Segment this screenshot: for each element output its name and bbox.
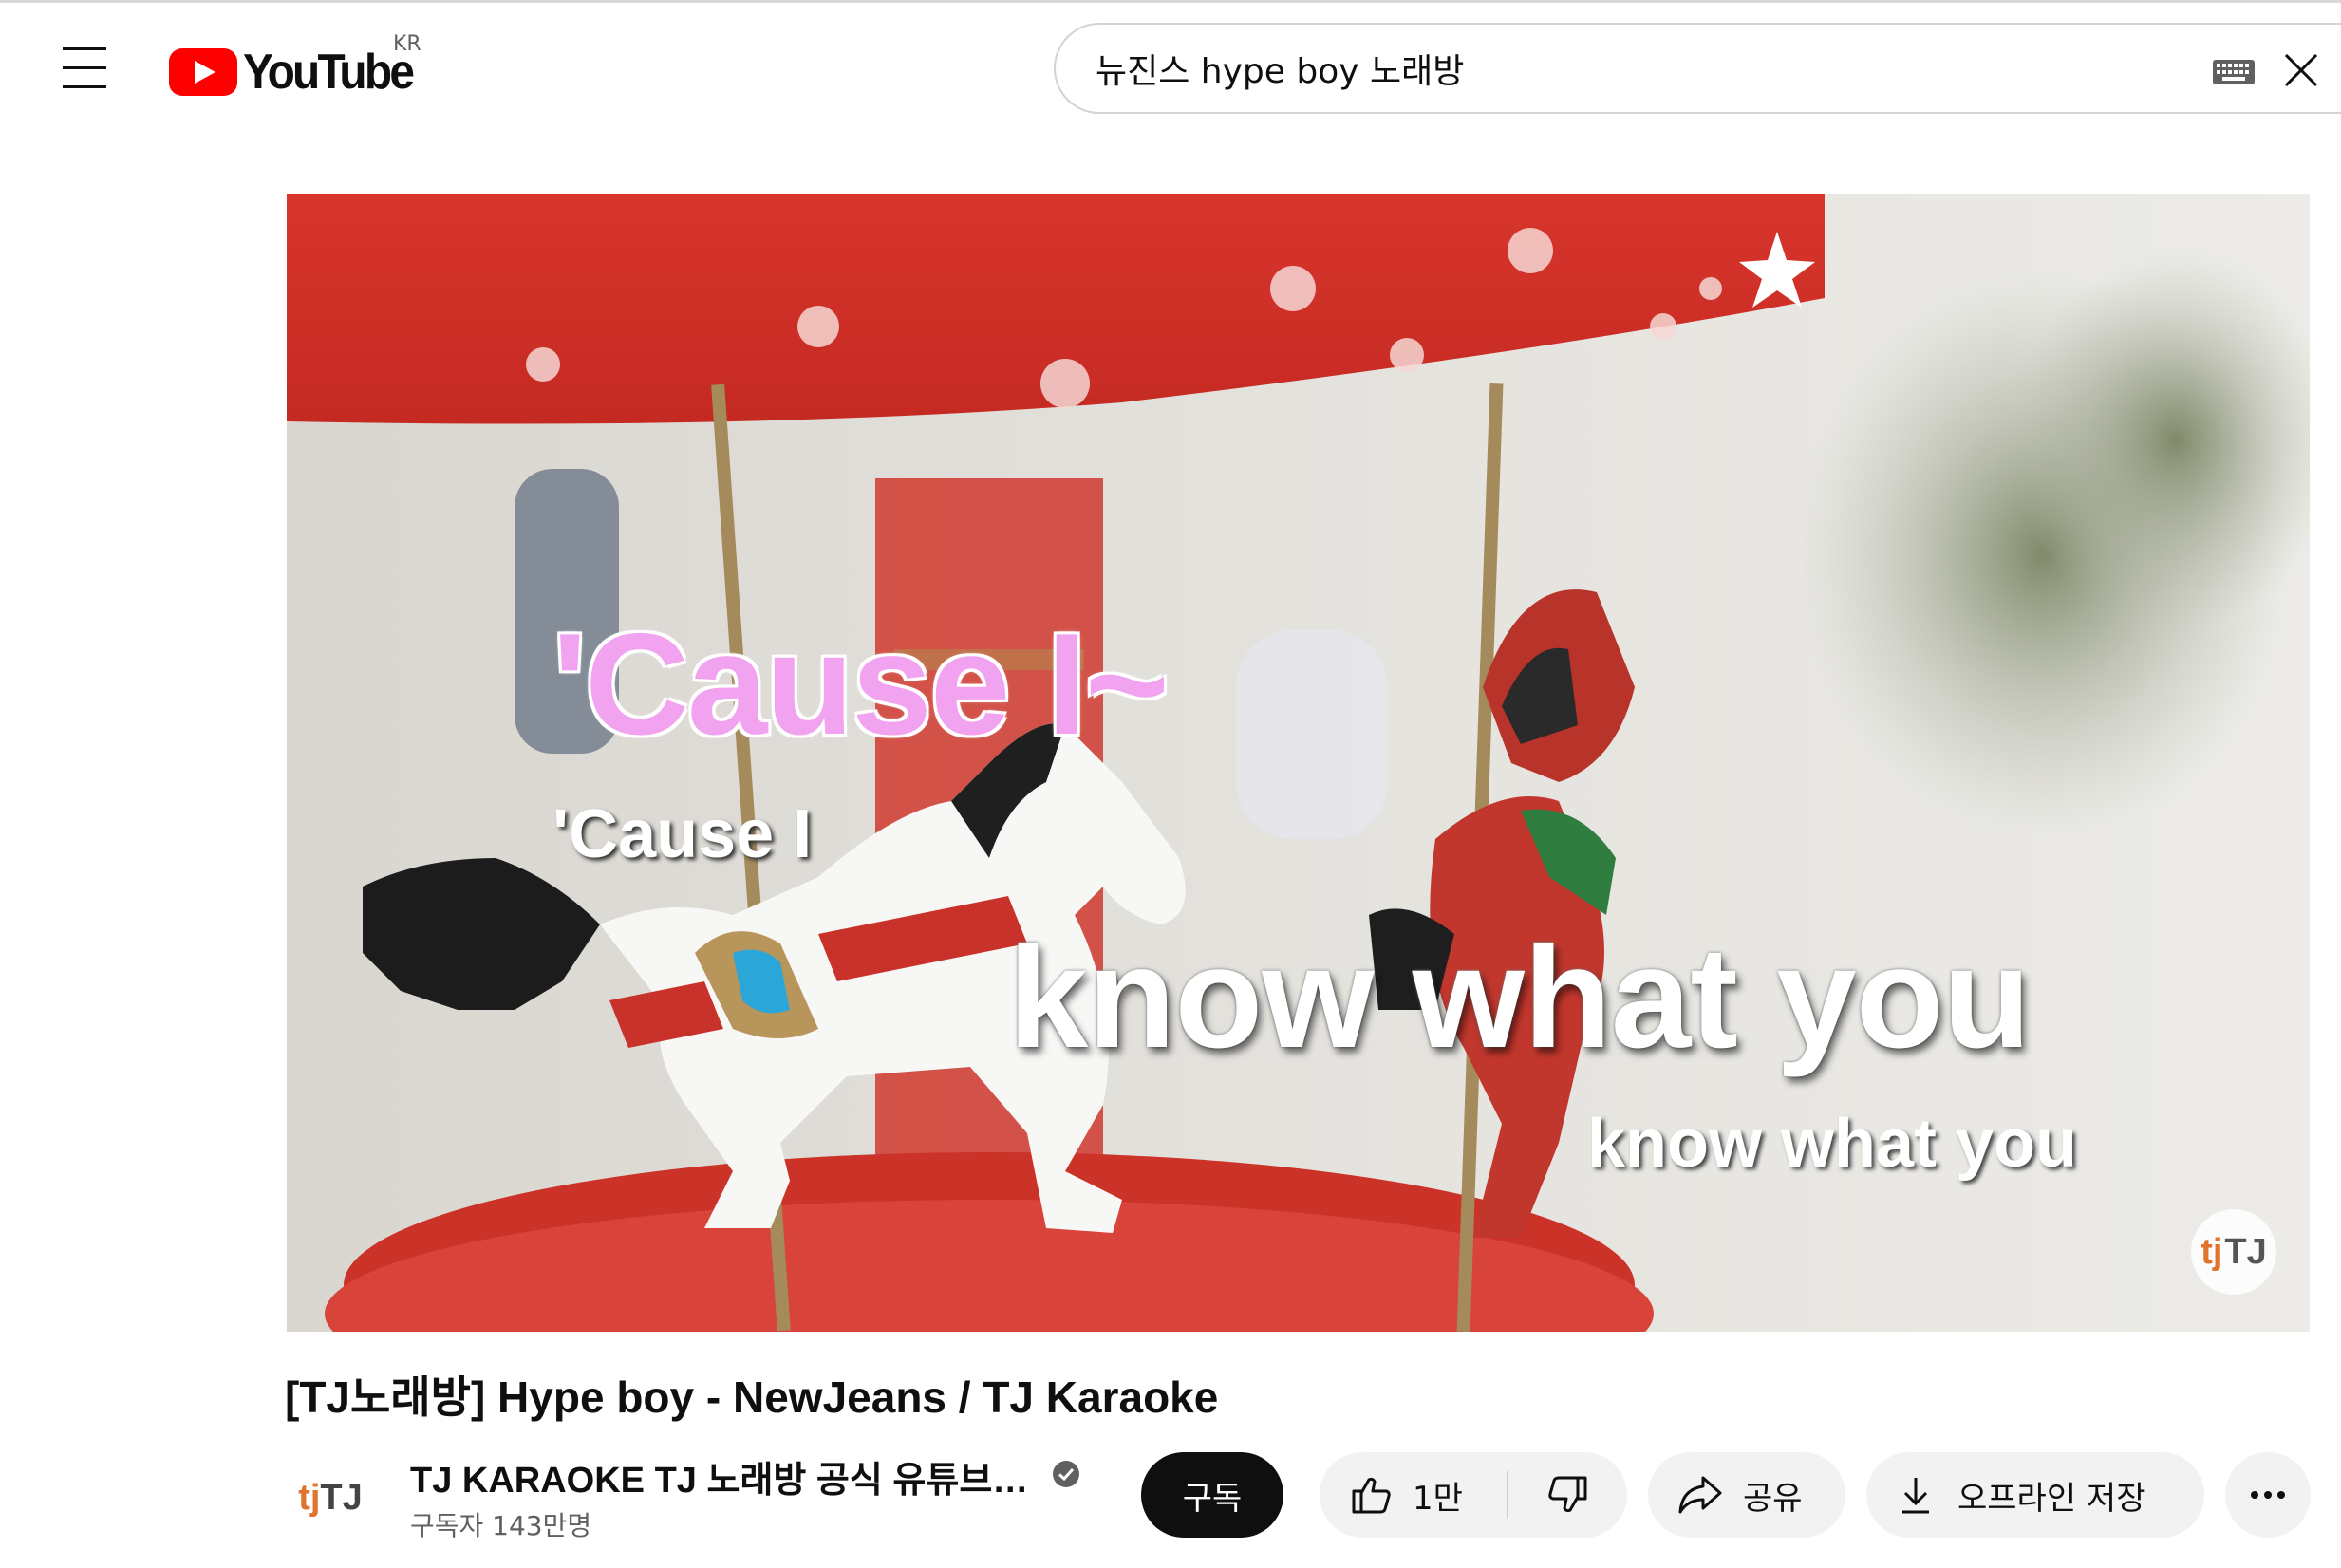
tj-watermark: tj TJ bbox=[2191, 1209, 2276, 1295]
lyric-line-2-guide: know what you bbox=[1587, 1106, 2078, 1182]
search-box bbox=[1054, 23, 2341, 114]
watermark-text: TJ bbox=[2224, 1231, 2267, 1272]
top-border bbox=[0, 0, 2341, 3]
channel-avatar[interactable]: tj TJ bbox=[290, 1458, 370, 1538]
video-title: [TJ노래방] Hype boy - NewJeans / TJ Karaoke bbox=[285, 1372, 1219, 1422]
search-input[interactable] bbox=[1096, 44, 2140, 93]
like-dislike-group: 1만 bbox=[1320, 1452, 1627, 1538]
video-player[interactable]: 'Cause I~ 'Cause I know what you know wh… bbox=[287, 194, 2310, 1332]
download-icon bbox=[1902, 1478, 1929, 1514]
country-code: KR bbox=[393, 32, 421, 56]
channel-name[interactable]: TJ KARAOKE TJ 노래방 공식 유튜브 채널 bbox=[410, 1450, 1037, 1503]
avatar-text: TJ bbox=[320, 1477, 363, 1518]
watermark-mark: tj bbox=[2201, 1231, 2223, 1272]
like-divider bbox=[1507, 1471, 1508, 1519]
verified-icon bbox=[1052, 1460, 1080, 1488]
menu-button[interactable] bbox=[53, 44, 118, 95]
share-icon bbox=[1678, 1476, 1722, 1514]
youtube-logo-icon bbox=[169, 48, 237, 96]
avatar-mark: tj bbox=[298, 1477, 321, 1518]
like-count: 1만 bbox=[1413, 1479, 1463, 1518]
more-actions-button[interactable] bbox=[2225, 1452, 2311, 1538]
youtube-logo[interactable]: YouTube bbox=[169, 42, 427, 103]
more-icon bbox=[2251, 1491, 2285, 1499]
subscriber-count: 구독자 143만명 bbox=[410, 1510, 592, 1541]
like-icon bbox=[1352, 1477, 1391, 1514]
lyric-line-1-guide: 'Cause I bbox=[552, 796, 813, 872]
share-button[interactable]: 공유 bbox=[1648, 1452, 1845, 1538]
dislike-button[interactable] bbox=[1509, 1452, 1627, 1538]
clear-icon[interactable] bbox=[2280, 49, 2322, 91]
lyric-line-1: 'Cause I~ bbox=[552, 604, 1170, 765]
subscribe-label: 구독 bbox=[1182, 1479, 1243, 1518]
subscribe-button[interactable]: 구독 bbox=[1141, 1452, 1283, 1538]
lyric-line-2: know what you bbox=[1008, 917, 2031, 1078]
keyboard-icon[interactable] bbox=[2212, 59, 2256, 85]
download-button[interactable]: 오프라인 저장 bbox=[1866, 1452, 2204, 1538]
share-label: 공유 bbox=[1743, 1479, 1803, 1518]
download-label: 오프라인 저장 bbox=[1957, 1479, 2146, 1518]
dislike-icon bbox=[1548, 1476, 1587, 1513]
logo-text: YouTube bbox=[243, 45, 415, 100]
like-button[interactable]: 1만 bbox=[1320, 1452, 1506, 1538]
